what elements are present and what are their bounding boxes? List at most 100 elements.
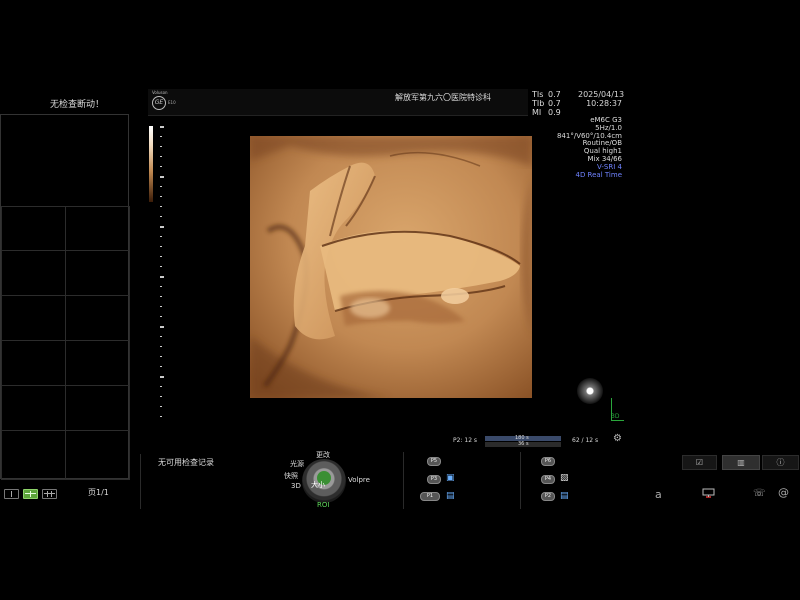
model-label: E10 <box>168 100 176 105</box>
depth-scale <box>160 126 164 417</box>
thumbnail-slot[interactable] <box>65 340 130 386</box>
depth-tick <box>160 336 162 337</box>
ge-logo: GE <box>152 96 166 110</box>
depth-tick <box>160 186 162 187</box>
monitor-icon[interactable] <box>702 488 715 498</box>
tis-value: 0.7 <box>548 90 561 99</box>
capture-icon[interactable]: ▣ <box>446 473 455 483</box>
font-size-button[interactable]: a <box>655 488 662 501</box>
index-values: 0.7 0.7 0.9 <box>548 90 561 117</box>
network-icon[interactable]: ☏ <box>753 488 766 499</box>
depth-tick <box>160 366 162 367</box>
depth-tick <box>160 126 164 128</box>
save-icon[interactable]: ▤ <box>446 491 455 501</box>
check-icon: ☑ <box>695 458 704 467</box>
multi-layout-button[interactable] <box>42 489 57 499</box>
tib-label: TIb <box>532 99 545 108</box>
grid-layout-button[interactable] <box>23 489 38 499</box>
cine-value-bottom: 36 s <box>518 441 529 447</box>
thumbnail-slot[interactable] <box>1 206 66 251</box>
thumbnail-slot[interactable] <box>65 250 130 296</box>
date-time: 2025/04/13 10:28:37 <box>578 90 625 108</box>
cine-frame-count: 62 / 12 s <box>572 437 599 444</box>
knob-roi-label[interactable]: ROI <box>317 501 329 509</box>
voluson-logo: Voluson <box>152 90 168 95</box>
depth-tick <box>160 176 164 178</box>
web-icon[interactable]: @ <box>778 486 789 499</box>
tib-value: 0.7 <box>548 99 561 108</box>
p2-button[interactable]: P2 <box>541 492 555 501</box>
thumbnail-slot[interactable] <box>1 430 66 480</box>
chart-icon: ▥ <box>737 458 745 467</box>
gear-icon[interactable]: ⚙ <box>613 433 622 444</box>
p3-button[interactable]: P3 <box>427 475 441 484</box>
scan-parameters: eM6C G3 5Hz/1.0 841°/V60°/10.4cm Routine… <box>546 116 622 179</box>
knob-light-label[interactable]: 光源 <box>290 459 304 469</box>
depth-tick <box>160 206 162 207</box>
depth-tick <box>160 136 162 137</box>
date: 2025/04/13 <box>578 90 625 99</box>
thumbnail-slot[interactable] <box>1 385 66 431</box>
depth-tick <box>160 326 164 328</box>
orientation-3d-label: 3D <box>611 413 620 420</box>
p6-button[interactable]: P6 <box>541 457 555 466</box>
tab-chart[interactable]: ▥ <box>722 455 760 470</box>
hospital-name: 解放军第九六〇医院特诊科 <box>395 93 491 102</box>
thumbnail-slot[interactable] <box>65 385 130 431</box>
time: 10:28:37 <box>586 99 622 108</box>
no-check-message: 无检查断动！ <box>50 100 105 110</box>
p1-button[interactable]: P1 <box>420 492 440 501</box>
p2-time: 12 s <box>464 437 478 444</box>
divider <box>520 452 521 509</box>
thumbnail-slot[interactable] <box>65 295 130 341</box>
tis-label: TIs <box>532 90 544 99</box>
knob-quick-label[interactable]: 快照 <box>284 471 298 481</box>
thumbnail-grid <box>0 114 130 480</box>
depth-tick <box>160 216 162 217</box>
info-icon: ⓘ <box>776 458 785 467</box>
divider <box>403 452 404 509</box>
orientation-marker[interactable] <box>577 378 603 404</box>
depth-tick <box>160 286 162 287</box>
depth-tick <box>160 416 162 417</box>
knob-size-label: 大小 <box>311 481 325 489</box>
depth-tick <box>160 256 162 257</box>
cine-timeline[interactable]: 180 s 36 s <box>485 435 561 448</box>
p2-label: P2: <box>453 437 463 444</box>
tab-info[interactable]: ⓘ <box>762 455 799 470</box>
mode-label: 4D Real Time <box>575 170 622 179</box>
thumbnail-slot[interactable] <box>65 206 130 251</box>
depth-tick <box>160 236 162 237</box>
single-layout-button[interactable] <box>4 489 19 499</box>
depth-tick <box>160 306 162 307</box>
depth-tick <box>160 196 162 197</box>
depth-tick <box>160 166 162 167</box>
depth-tick <box>160 266 162 267</box>
depth-tick <box>160 246 162 247</box>
grayscale-bar <box>149 126 153 202</box>
cine-p2-label: P2: 12 s <box>453 437 477 444</box>
tab-check[interactable]: ☑ <box>682 455 717 470</box>
page-indicator: 页1/1 <box>88 488 109 497</box>
depth-tick <box>160 406 162 407</box>
thumbnail-slot[interactable] <box>65 430 130 480</box>
p5-button[interactable]: P5 <box>427 457 441 466</box>
depth-tick <box>160 226 164 228</box>
save-icon[interactable]: ▤ <box>560 491 569 501</box>
depth-tick <box>160 146 162 147</box>
thumbnail-slot[interactable] <box>1 250 66 296</box>
thumbnail-slot[interactable] <box>1 295 66 341</box>
depth-tick <box>160 316 162 317</box>
knob-3d-label[interactable]: 3D <box>291 482 301 490</box>
depth-tick <box>160 156 162 157</box>
layout-selector <box>4 489 57 499</box>
depth-tick <box>160 396 162 397</box>
depth-tick <box>160 276 164 278</box>
ultrasound-3d-image[interactable] <box>250 136 532 398</box>
knob-volpre-label[interactable]: Volpre <box>348 476 370 484</box>
index-labels: TIs TIb MI <box>532 90 544 117</box>
thumbnail-slot[interactable] <box>1 340 66 386</box>
p4-button[interactable]: P4 <box>541 475 555 484</box>
divider <box>140 454 141 509</box>
print-icon[interactable]: ▧ <box>560 473 569 483</box>
